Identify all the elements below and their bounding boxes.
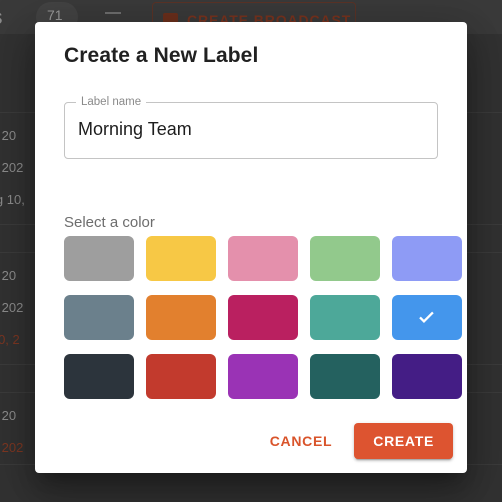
color-swatch-periwinkle[interactable] [392, 236, 462, 281]
dialog-actions: CANCEL CREATE [258, 423, 453, 459]
label-name-field[interactable]: Label name [64, 96, 438, 159]
check-icon [419, 311, 434, 323]
color-swatch-magenta[interactable] [228, 295, 298, 340]
app-row-date: 10, 20 [0, 128, 17, 143]
app-row-date: Aug 10, [0, 192, 25, 207]
app-row-date: 30, 202 [0, 440, 24, 455]
screen-root: ts 71 CREATE BROADCAST 10, 2010, 202Aug … [0, 0, 502, 502]
color-swatch-gray[interactable] [64, 236, 134, 281]
app-count-chip-label: 71 [47, 7, 63, 23]
app-row-date: 10, 20 [0, 268, 17, 283]
app-divider-dash [105, 12, 121, 14]
color-swatch-indigo[interactable] [392, 354, 462, 399]
color-swatch-light-green[interactable] [310, 236, 380, 281]
create-label-dialog: Create a New Label Label name Select a c… [35, 22, 467, 473]
cancel-button[interactable]: CANCEL [258, 424, 345, 458]
color-swatch-orange[interactable] [146, 295, 216, 340]
select-color-label: Select a color [64, 214, 155, 231]
dialog-title: Create a New Label [64, 44, 259, 67]
app-row-date: 30, 20 [0, 408, 17, 423]
color-swatch-yellow[interactable] [146, 236, 216, 281]
color-swatch-grid [64, 236, 462, 399]
color-swatch-teal-green[interactable] [310, 295, 380, 340]
color-swatch-blue[interactable] [392, 295, 462, 340]
create-button[interactable]: CREATE [354, 423, 453, 459]
app-row-date: g 10, 2 [0, 332, 20, 347]
color-swatch-slate[interactable] [64, 295, 134, 340]
label-name-input[interactable] [78, 102, 422, 157]
color-swatch-dark-teal[interactable] [310, 354, 380, 399]
color-swatch-purple[interactable] [228, 354, 298, 399]
app-page-title: ts [0, 6, 3, 30]
app-row-date: 10, 202 [0, 160, 24, 175]
color-swatch-dark-slate[interactable] [64, 354, 134, 399]
color-swatch-pink[interactable] [228, 236, 298, 281]
app-row-date: 10, 202 [0, 300, 24, 315]
color-swatch-brick-red[interactable] [146, 354, 216, 399]
